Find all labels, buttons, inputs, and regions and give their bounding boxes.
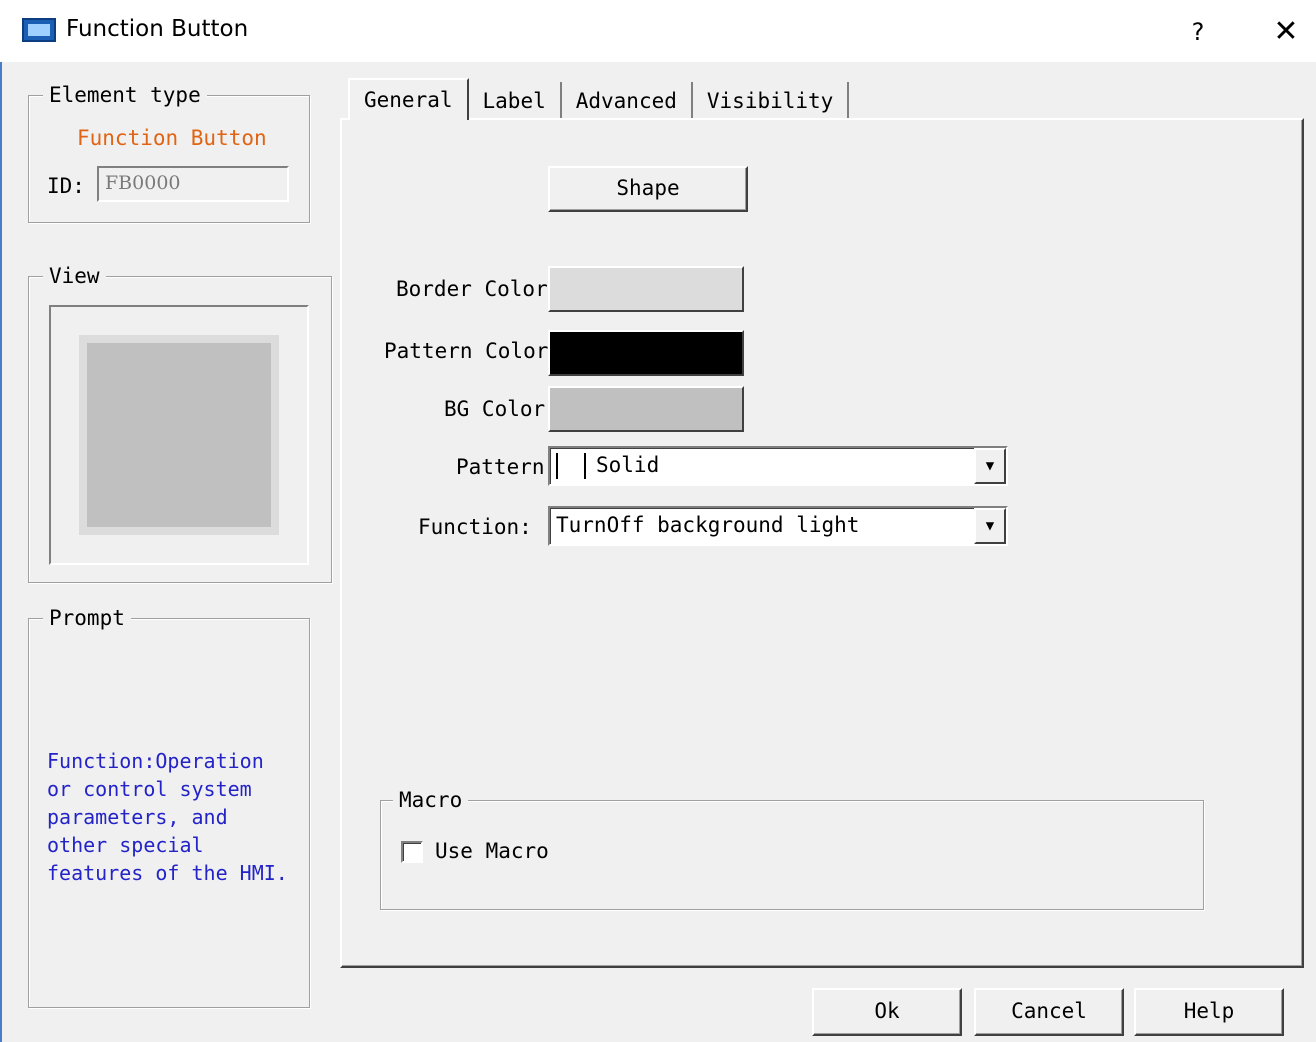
ok-button[interactable]: Ok xyxy=(812,988,962,1036)
hmi-app-icon xyxy=(22,18,56,42)
use-macro-checkbox[interactable] xyxy=(401,841,423,863)
function-label: Function: xyxy=(418,515,532,539)
element-type-group: Element type Function Button ID: FB0000 xyxy=(28,82,310,223)
prompt-text: Function:Operation or control system par… xyxy=(47,749,288,885)
bg-color-label: BG Color xyxy=(444,397,546,421)
macro-legend: Macro xyxy=(393,787,469,813)
cancel-button[interactable]: Cancel xyxy=(974,988,1124,1036)
view-preview-frame xyxy=(49,305,309,565)
pattern-swatch-preview xyxy=(556,453,586,479)
use-macro-label[interactable]: Use Macro xyxy=(435,839,549,863)
window-title: Function Button xyxy=(66,16,249,42)
id-field: FB0000 xyxy=(97,166,289,202)
tab-visibility[interactable]: Visibility xyxy=(693,82,850,120)
pattern-color-label: Pattern Color xyxy=(384,339,549,363)
button-preview xyxy=(79,335,279,535)
pattern-color-swatch[interactable] xyxy=(548,330,744,376)
window-border xyxy=(0,62,8,1042)
prompt-legend: Prompt xyxy=(43,605,131,631)
prompt-group: Prompt Function:Operation or control sys… xyxy=(28,605,310,1008)
chevron-down-icon[interactable]: ▼ xyxy=(974,508,1006,544)
pattern-label: Pattern: xyxy=(456,455,558,479)
view-legend: View xyxy=(43,263,106,289)
tab-bar: General Label Advanced Visibility xyxy=(348,78,850,122)
macro-group: Macro Use Macro xyxy=(380,787,1204,910)
function-select[interactable]: TurnOff background light ▼ xyxy=(548,506,1008,546)
bg-color-swatch[interactable] xyxy=(548,386,744,432)
help-icon[interactable]: ? xyxy=(1178,12,1218,52)
help-button[interactable]: Help xyxy=(1134,988,1284,1036)
title-bar: Function Button ? ✕ xyxy=(0,0,1316,62)
chevron-down-icon[interactable]: ▼ xyxy=(974,448,1006,484)
element-type-name: Function Button xyxy=(77,126,267,150)
border-color-label: Border Color xyxy=(396,277,548,301)
tab-advanced[interactable]: Advanced xyxy=(562,82,693,120)
tab-label[interactable]: Label xyxy=(469,82,562,120)
close-icon[interactable]: ✕ xyxy=(1262,12,1310,52)
id-label: ID: xyxy=(47,174,85,198)
pattern-select-value: Solid xyxy=(596,453,660,477)
view-group: View xyxy=(28,263,332,583)
general-tab-panel: Shape Border Color Pattern Color BG Colo… xyxy=(340,118,1304,968)
tab-general[interactable]: General xyxy=(348,78,469,120)
border-color-swatch[interactable] xyxy=(548,266,744,312)
pattern-select[interactable]: Solid ▼ xyxy=(548,446,1008,486)
element-type-legend: Element type xyxy=(43,82,207,108)
shape-button[interactable]: Shape xyxy=(548,166,748,212)
function-select-value: TurnOff background light xyxy=(556,513,860,537)
